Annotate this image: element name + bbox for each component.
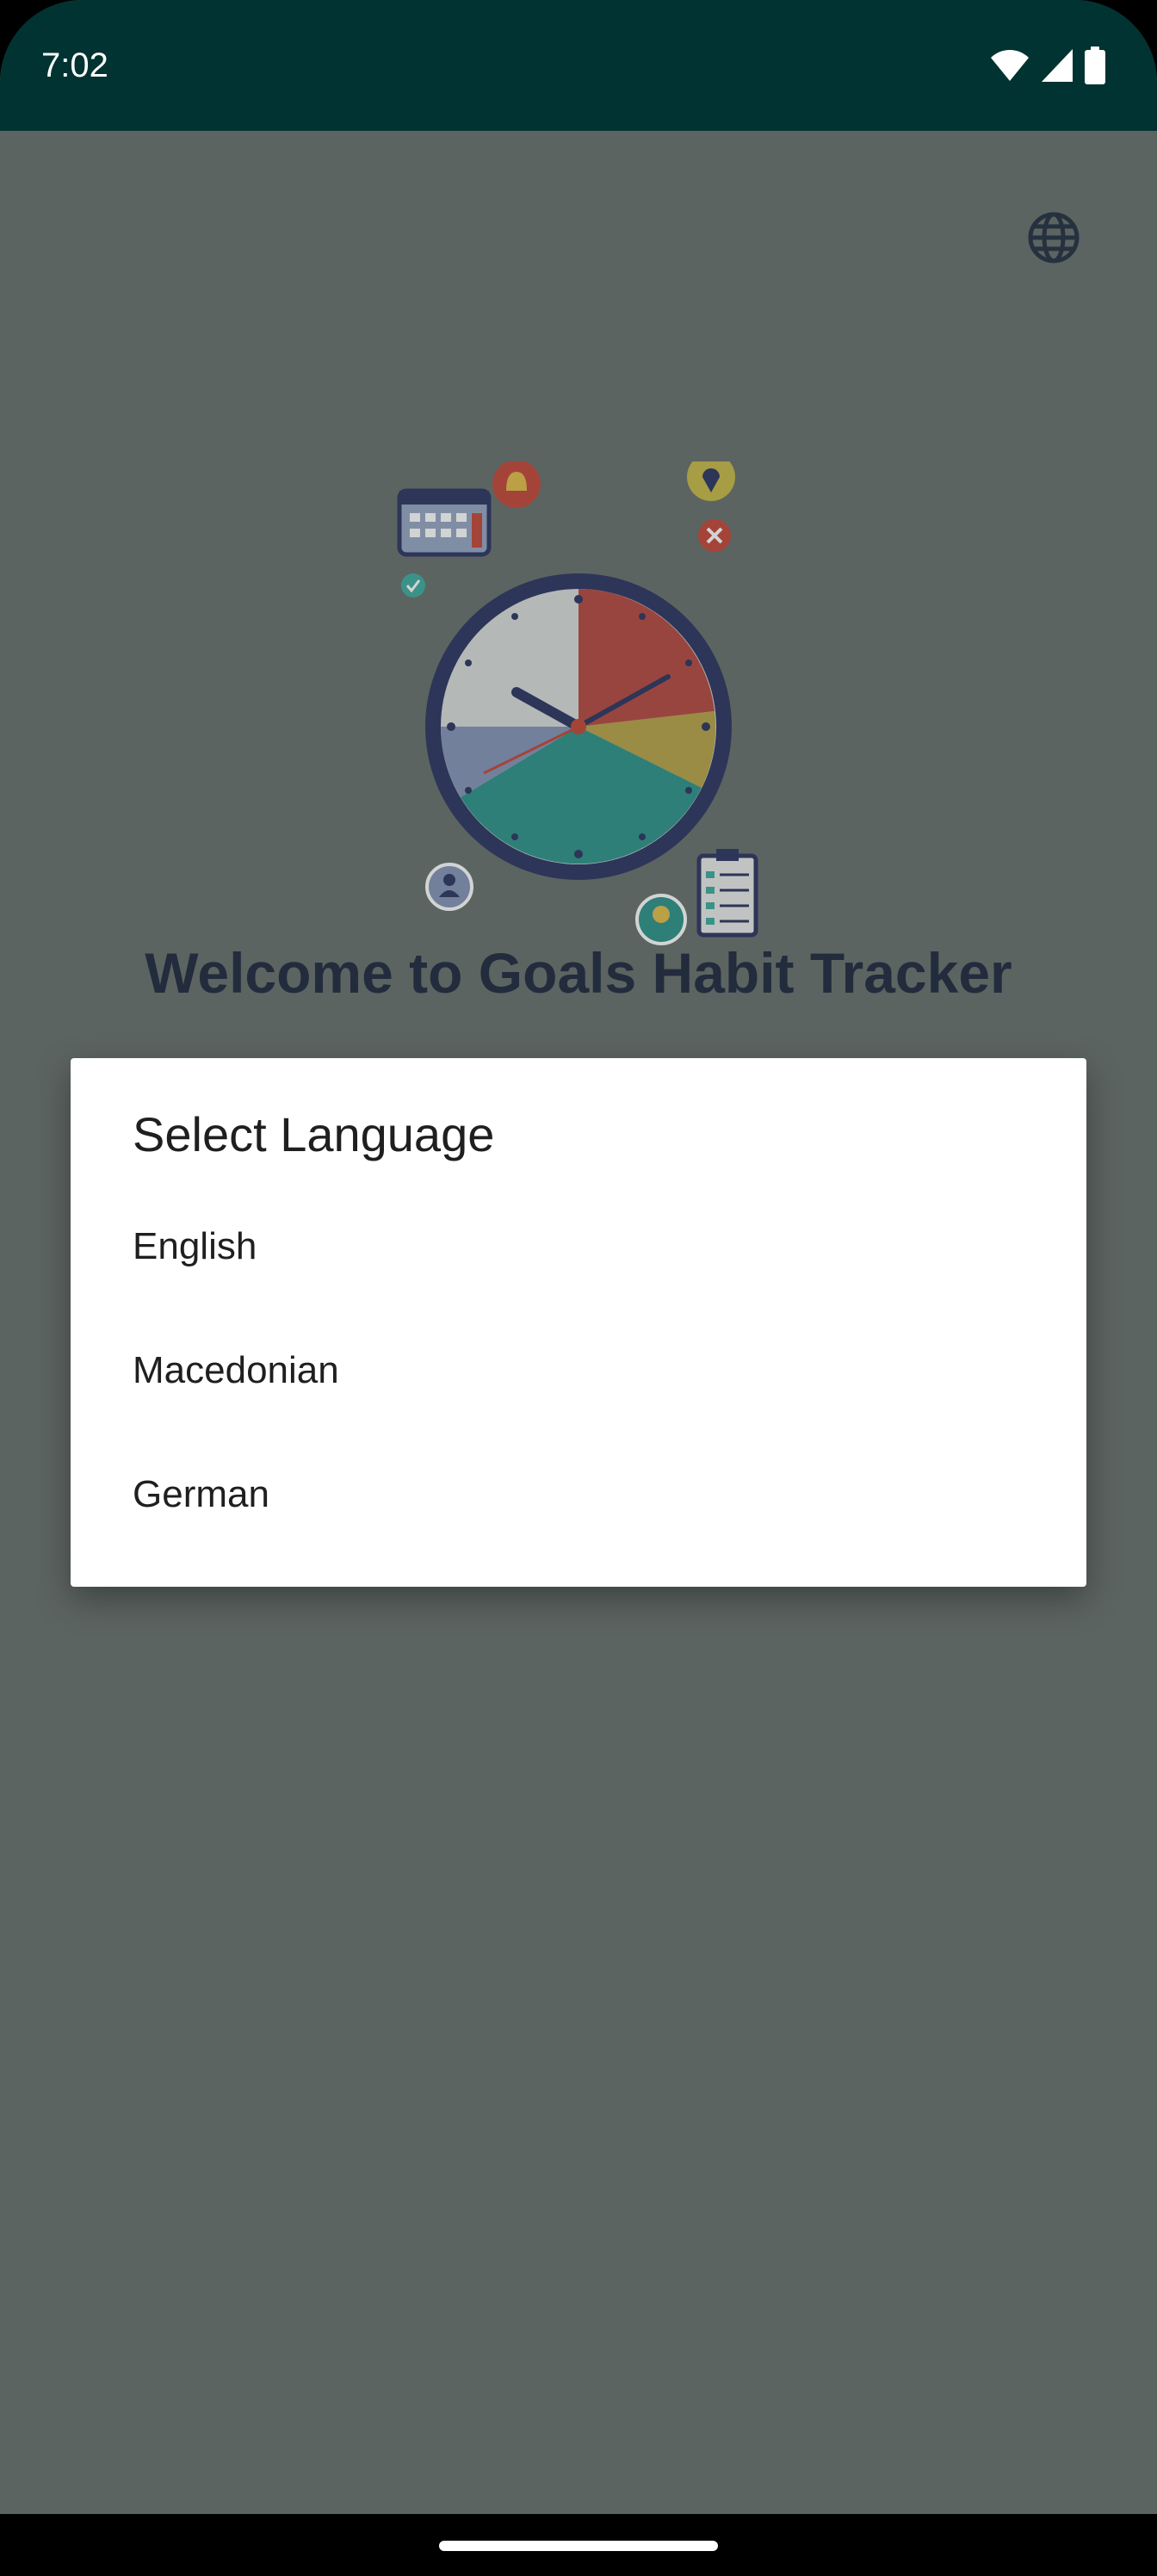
language-button[interactable] xyxy=(1019,205,1088,274)
welcome-title: Welcome to Goals Habit Tracker xyxy=(145,941,1012,1005)
cellular-signal-icon xyxy=(1042,49,1073,86)
globe-icon xyxy=(1026,210,1081,269)
status-bar: 7:02 xyxy=(0,0,1157,131)
select-language-dialog: Select Language English Macedonian Germa… xyxy=(71,1058,1086,1587)
home-indicator[interactable] xyxy=(439,2541,718,2551)
language-option-english[interactable]: English xyxy=(71,1185,1086,1309)
dialog-title: Select Language xyxy=(133,1107,495,1161)
status-icons xyxy=(990,46,1105,89)
language-option-german[interactable]: German xyxy=(71,1433,1086,1557)
clock-illustration xyxy=(379,453,778,961)
language-option-macedonian[interactable]: Macedonian xyxy=(71,1309,1086,1433)
app-screen: 7:02 Welcome to Goals Habit Tracker Sele… xyxy=(0,0,1157,2514)
status-time: 7:02 xyxy=(41,46,108,84)
battery-icon xyxy=(1085,46,1105,89)
wifi-icon xyxy=(990,49,1030,86)
